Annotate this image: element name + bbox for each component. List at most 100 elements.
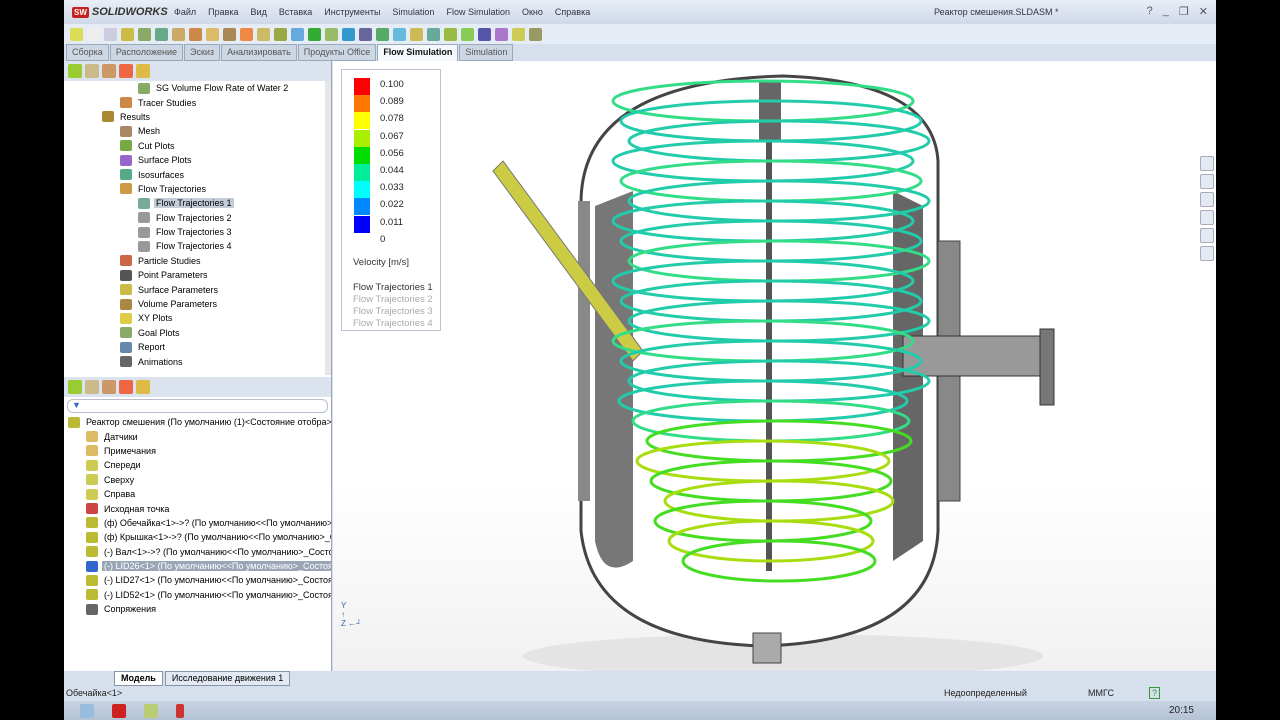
display-manager-tab[interactable] — [119, 64, 133, 78]
tree-item[interactable]: Goal Plots — [68, 326, 325, 340]
help-icon[interactable]: ? — [1147, 5, 1153, 18]
legend-plot-item[interactable]: Flow Trajectories 1 — [353, 282, 433, 293]
tree-item[interactable]: Isosurfaces — [68, 167, 325, 181]
menu-item[interactable]: Вид — [251, 7, 267, 17]
toolbar-icon-button[interactable] — [87, 27, 100, 41]
tree-item[interactable]: Реактор смешения (По умолчанию (1)<Состо… — [68, 415, 331, 429]
tree-item[interactable]: Исходная точка — [68, 501, 331, 515]
property-manager-tab[interactable] — [85, 64, 99, 78]
toolbar-icon-button[interactable] — [427, 27, 440, 41]
tree-item[interactable]: (-) LID26<1> (По умолчанию<<По умолчанию… — [68, 559, 331, 573]
tab-эскиз[interactable]: Эскиз — [184, 44, 221, 61]
legend-plot-item[interactable]: Flow Trajectories 2 — [353, 294, 433, 305]
tree-item[interactable]: Flow Trajectories 2 — [68, 211, 325, 225]
toolbar-icon-button[interactable] — [359, 27, 372, 41]
velocity-legend[interactable]: 0.100 0.089 0.078 0.067 0.056 0.044 0.033 0.022… — [341, 69, 441, 331]
tab-simulation[interactable]: Simulation — [459, 44, 514, 61]
toolbar-icon-button[interactable] — [478, 27, 491, 41]
toolbar-icon-button[interactable] — [189, 27, 202, 41]
tree-item[interactable]: Flow Trajectories 4 — [68, 239, 325, 253]
feature-manager-tab[interactable] — [68, 64, 82, 78]
tree-item[interactable]: Animations — [68, 354, 325, 368]
legend-plot-item[interactable]: Flow Trajectories 4 — [353, 318, 433, 329]
feature-manager-tab[interactable] — [68, 380, 82, 394]
design-library-icon[interactable] — [1200, 174, 1214, 189]
toolbar-icon-button[interactable] — [393, 27, 406, 41]
toolbar-icon-button[interactable] — [308, 27, 321, 41]
toolbar-icon-button[interactable] — [70, 27, 83, 41]
toolbar-icon-button[interactable] — [410, 27, 423, 41]
tree-item[interactable]: Tracer Studies — [68, 95, 325, 109]
tree-item[interactable]: Report — [68, 340, 325, 354]
close-button[interactable]: ✕ — [1199, 5, 1208, 18]
toolbar-icon-button[interactable] — [444, 27, 457, 41]
solidworks-taskbar-icon[interactable] — [112, 703, 126, 718]
tree-item[interactable]: SG Volume Flow Rate of Water 2 — [68, 81, 325, 95]
menu-item[interactable]: Справка — [555, 7, 590, 17]
tree-item[interactable]: (-) LID52<1> (По умолчанию<<По умолчанию… — [68, 588, 331, 602]
file-explorer-icon[interactable] — [80, 703, 94, 718]
filter-input[interactable]: ▼ — [67, 399, 328, 413]
tree-item[interactable]: Спереди — [68, 458, 331, 472]
toolbar-icon-button[interactable] — [342, 27, 355, 41]
menu-item[interactable]: Flow Simulation — [446, 7, 510, 17]
toolbar-icon-button[interactable] — [240, 27, 253, 41]
tab-расположение[interactable]: Расположение — [109, 44, 183, 61]
tree-item[interactable]: Surface Parameters — [68, 282, 325, 296]
tree-item[interactable]: Примечания — [68, 444, 331, 458]
maximize-button[interactable]: ❐ — [1179, 5, 1189, 18]
configuration-manager-tab[interactable] — [102, 380, 116, 394]
tree-item[interactable]: Point Parameters — [68, 268, 325, 282]
tab-flow-simulation[interactable]: Flow Simulation — [377, 44, 459, 61]
help-icon[interactable]: ? — [1149, 687, 1161, 699]
tree-item[interactable]: Сверху — [68, 473, 331, 487]
toolbar-icon-button[interactable] — [223, 27, 236, 41]
menu-item[interactable]: Вставка — [279, 7, 312, 17]
toolbar-icon-button[interactable] — [155, 27, 168, 41]
tree-item[interactable]: (ф) Крышка<1>->? (По умолчанию<<По умолч… — [68, 530, 331, 544]
home-icon[interactable] — [1200, 156, 1214, 171]
toolbar-icon-button[interactable] — [461, 27, 474, 41]
graphics-area[interactable]: 0.100 0.089 0.078 0.067 0.056 0.044 0.033 0.022… — [333, 61, 1216, 671]
view-palette-icon[interactable] — [1200, 210, 1214, 225]
tree-item[interactable]: Справа — [68, 487, 331, 501]
app-taskbar-icon[interactable] — [144, 703, 158, 718]
toolbar-icon-button[interactable] — [121, 27, 134, 41]
menu-item[interactable]: Окно — [522, 7, 543, 17]
tree-item[interactable]: Cut Plots — [68, 139, 325, 153]
toolbar-icon-button[interactable] — [104, 27, 117, 41]
tab-продукты-office[interactable]: Продукты Office — [297, 44, 377, 61]
toolbar-icon-button[interactable] — [495, 27, 508, 41]
flow-simulation-tab[interactable] — [136, 64, 150, 78]
tree-item[interactable]: Mesh — [68, 124, 325, 138]
minimize-button[interactable]: _ — [1163, 5, 1169, 18]
appearances-icon[interactable] — [1200, 228, 1214, 243]
toolbar-icon-button[interactable] — [206, 27, 219, 41]
tree-item[interactable]: Flow Trajectories — [68, 182, 325, 196]
toolbar-icon-button[interactable] — [172, 27, 185, 41]
configuration-manager-tab[interactable] — [102, 64, 116, 78]
toolbar-icon-button[interactable] — [512, 27, 525, 41]
tree-item[interactable]: Датчики — [68, 429, 331, 443]
custom-properties-icon[interactable] — [1200, 246, 1214, 261]
tree-item[interactable]: Сопряжения — [68, 602, 331, 616]
toolbar-icon-button[interactable] — [376, 27, 389, 41]
tree-item[interactable]: XY Plots — [68, 311, 325, 325]
menu-item[interactable]: Правка — [208, 7, 238, 17]
flow-simulation-tab[interactable] — [136, 380, 150, 394]
legend-plot-item[interactable]: Flow Trajectories 3 — [353, 306, 433, 317]
tree-item[interactable]: (-) LID27<1> (По умолчанию<<По умолчанию… — [68, 573, 331, 587]
tree-item[interactable]: Flow Trajectories 1 — [68, 196, 325, 210]
toolbar-icon-button[interactable] — [529, 27, 542, 41]
tree-item[interactable]: Particle Studies — [68, 254, 325, 268]
units-selector[interactable]: ММГС — [1088, 688, 1114, 698]
property-manager-tab[interactable] — [85, 380, 99, 394]
menu-item[interactable]: Файл — [174, 7, 196, 17]
tree-item[interactable]: (ф) Обечайка<1>->? (По умолчанию<<По умо… — [68, 516, 331, 530]
tab-сборка[interactable]: Сборка — [66, 44, 109, 61]
tree-item[interactable]: Flow Trajectories 3 — [68, 225, 325, 239]
tree-item[interactable]: Volume Parameters — [68, 297, 325, 311]
solidworks-logo[interactable]: SW SOLIDWORKS — [64, 6, 174, 18]
toolbar-icon-button[interactable] — [274, 27, 287, 41]
tree-item[interactable]: (-) Вал<1>->? (По умолчанию<<По умолчани… — [68, 545, 331, 559]
